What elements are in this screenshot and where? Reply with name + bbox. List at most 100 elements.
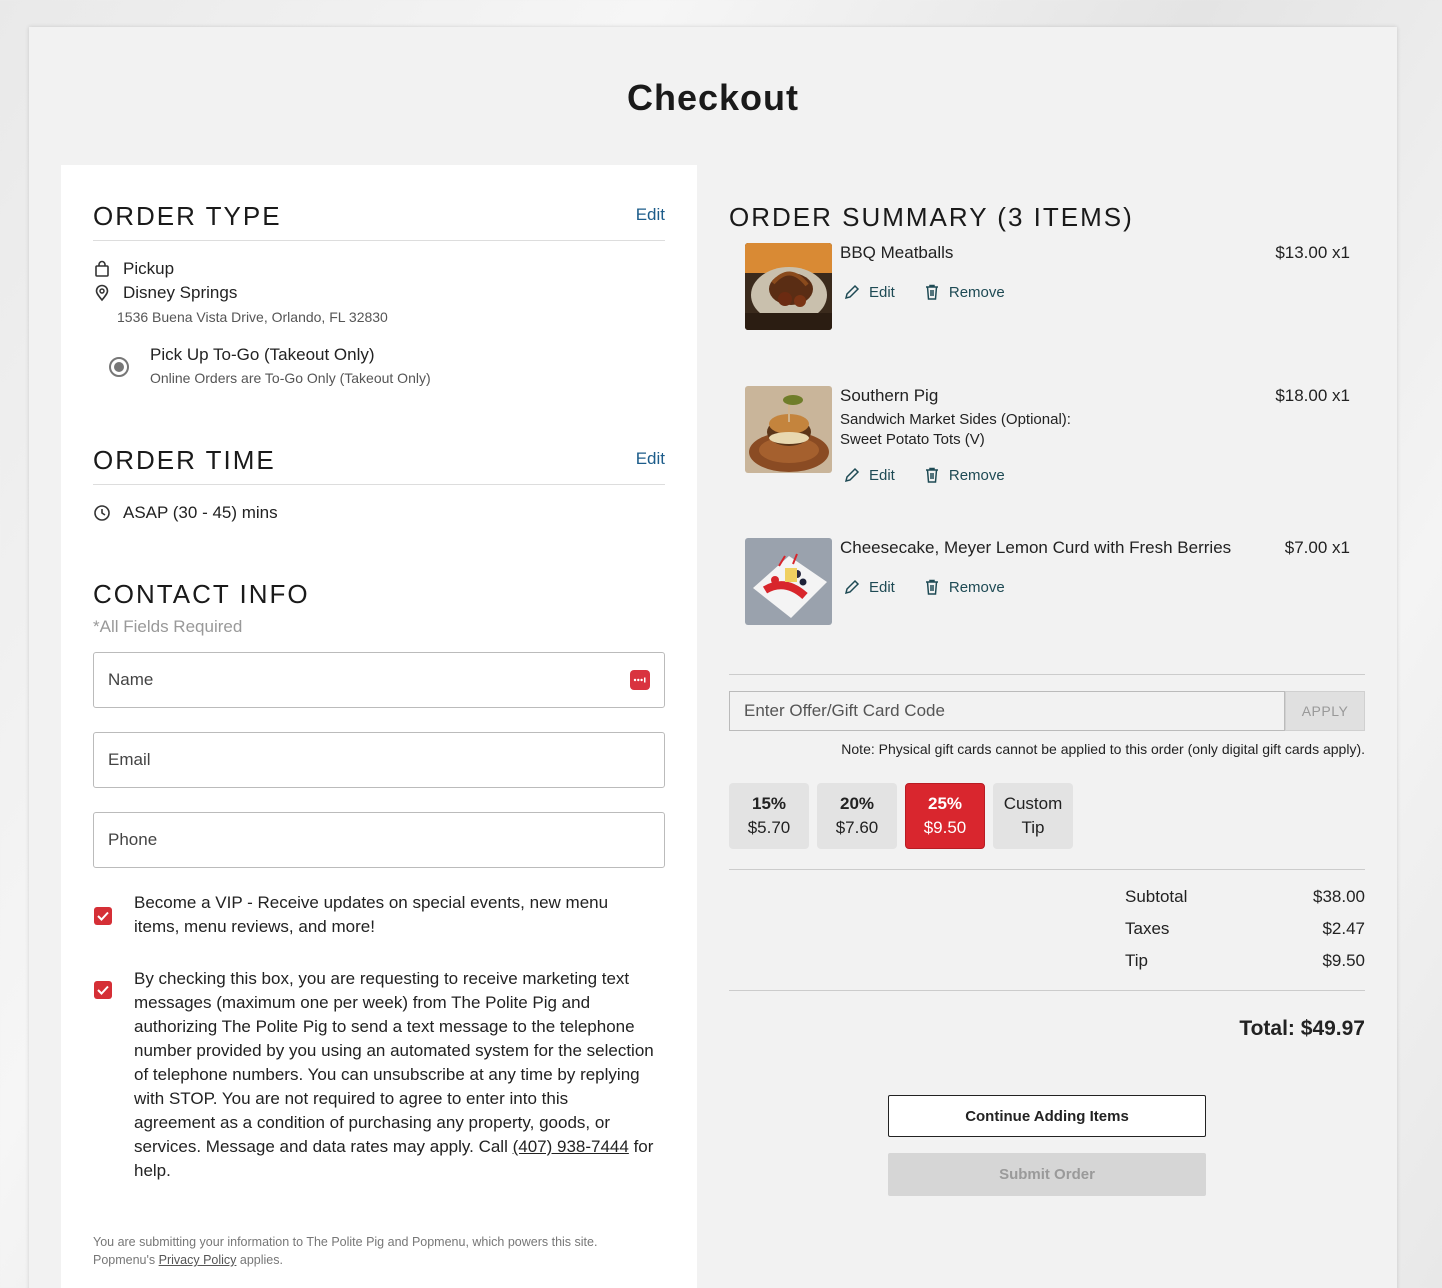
edit-item-button[interactable]: Edit [843,283,895,301]
item-actions: Edit Remove [843,283,1005,301]
tip-percent: 15% [751,794,787,813]
help-phone-link[interactable]: (407) 938-7444 [513,1137,629,1156]
tip-option-custom[interactable]: Custom Tip [993,783,1073,849]
promo-code-form: Enter Offer/Gift Card Code APPLY [729,691,1365,731]
taxes-row: Taxes $2.47 [1125,919,1365,951]
divider [729,674,1365,675]
pickup-option-label[interactable]: Pick Up To-Go (Takeout Only) [150,345,375,365]
location-address: 1536 Buena Vista Drive, Orlando, FL 3283… [117,309,388,325]
privacy-policy-link[interactable]: Privacy Policy [159,1253,237,1267]
apply-button[interactable]: APPLY [1285,691,1365,731]
order-summary-panel: ORDER SUMMARY (3 ITEMS) BBQ Meatballs $1… [729,27,1365,1288]
phone-placeholder: Phone [108,830,158,849]
order-summary-heading: ORDER SUMMARY (3 ITEMS) [729,202,1134,232]
order-time-heading: ORDER TIME [93,445,276,475]
divider [729,990,1365,991]
fine-print-prefix: Popmenu's [93,1253,159,1267]
item-modifier: Sweet Potato Tots (V) [840,431,985,448]
promo-code-input[interactable]: Enter Offer/Gift Card Code [729,691,1285,731]
submit-order-button[interactable]: Submit Order [888,1153,1206,1196]
name-placeholder: Name [108,670,154,689]
checkout-page: Checkout ORDER TYPE Edit Pickup Disney S… [29,27,1397,1288]
cart-item: BBQ Meatballs $13.00 x1 Edit Remove [745,243,1350,343]
tip-custom-sub: Tip [1021,818,1045,837]
email-input[interactable]: Email [93,732,665,788]
pickup-radio[interactable] [109,357,129,377]
fine-print: You are submitting your information to T… [93,1233,653,1269]
pickup-option-sub: Online Orders are To-Go Only (Takeout On… [150,370,431,386]
item-modifier: Sandwich Market Sides (Optional): [840,411,1071,428]
tip-value: $9.50 [1322,951,1365,970]
email-placeholder: Email [108,750,151,769]
pencil-icon [844,579,860,595]
location-row: Disney Springs [93,283,237,303]
sms-consent-text: By checking this box, you are requesting… [134,969,654,1156]
order-type-edit-link[interactable]: Edit [636,205,665,225]
remove-item-button[interactable]: Remove [923,578,1005,596]
vip-label: Become a VIP - Receive updates on specia… [134,893,609,936]
name-input[interactable]: Name [93,652,665,708]
edit-item-button[interactable]: Edit [843,466,895,484]
order-type-heading: ORDER TYPE [93,201,282,231]
radio-selected-icon [109,357,129,377]
remove-item-button[interactable]: Remove [923,283,1005,301]
divider [729,869,1365,870]
subtotal-row: Subtotal $38.00 [1125,887,1365,919]
trash-icon [925,467,938,483]
item-actions: Edit Remove [843,578,1005,596]
map-pin-icon [95,284,109,302]
tip-amount: $9.50 [923,818,967,837]
tip-option-20[interactable]: 20% $7.60 [817,783,897,849]
order-method: Pickup [123,259,175,278]
taxes-label: Taxes [1125,919,1170,938]
edit-label: Edit [869,283,895,301]
order-total: Total: $49.97 [1239,1017,1365,1040]
order-type-header: ORDER TYPE Edit [93,201,665,241]
pencil-icon [844,467,860,483]
continue-adding-button[interactable]: Continue Adding Items [888,1095,1206,1137]
bag-icon [95,260,109,277]
remove-label: Remove [948,578,1005,596]
taxes-value: $2.47 [1322,919,1365,938]
subtotal-value: $38.00 [1313,887,1365,906]
item-price: $7.00 x1 [1284,538,1350,557]
item-photo-meatballs [745,243,832,330]
edit-label: Edit [869,578,895,596]
order-time-header: ORDER TIME Edit [93,445,665,485]
clock-icon [94,505,110,521]
item-actions: Edit Remove [843,466,1005,484]
left-panel: ORDER TYPE Edit Pickup Disney Springs 15… [61,165,697,1288]
cart-item: Southern Pig $18.00 x1 Sandwich Market S… [745,386,1350,486]
tip-percent: 25% [927,794,963,813]
fine-print-line1: You are submitting your information to T… [93,1235,598,1249]
location-name: Disney Springs [123,283,238,302]
sms-checkbox[interactable] [94,981,112,999]
phone-input[interactable]: Phone [93,812,665,868]
item-price: $18.00 x1 [1275,386,1350,405]
fine-print-line2: Popmenu's Privacy Policy applies. [93,1251,653,1269]
required-note: *All Fields Required [93,617,243,636]
tip-row: Tip $9.50 [1125,951,1365,983]
item-photo-cheesecake [745,538,832,625]
tip-option-15[interactable]: 15% $5.70 [729,783,809,849]
tip-options: 15% $5.70 20% $7.60 25% $9.50 Custom Tip [729,783,1073,849]
contact-heading: CONTACT INFO [93,579,310,609]
tip-option-25[interactable]: 25% $9.50 [905,783,985,849]
edit-item-button[interactable]: Edit [843,578,895,596]
checkmark-icon [97,985,109,995]
item-photo-southern-pig [745,386,832,473]
remove-item-button[interactable]: Remove [923,466,1005,484]
tip-amount: $5.70 [747,818,791,837]
remove-label: Remove [948,283,1005,301]
remove-label: Remove [948,466,1005,484]
trash-icon [925,579,938,595]
password-manager-icon[interactable] [630,670,650,690]
order-time-edit-link[interactable]: Edit [636,449,665,469]
vip-checkbox[interactable] [94,907,112,925]
fine-print-suffix: applies. [236,1253,283,1267]
tip-label: Tip [1125,951,1148,970]
pencil-icon [844,284,860,300]
checkmark-icon [97,911,109,921]
tip-percent: 20% [839,794,875,813]
gift-card-note: Note: Physical gift cards cannot be appl… [841,741,1365,757]
